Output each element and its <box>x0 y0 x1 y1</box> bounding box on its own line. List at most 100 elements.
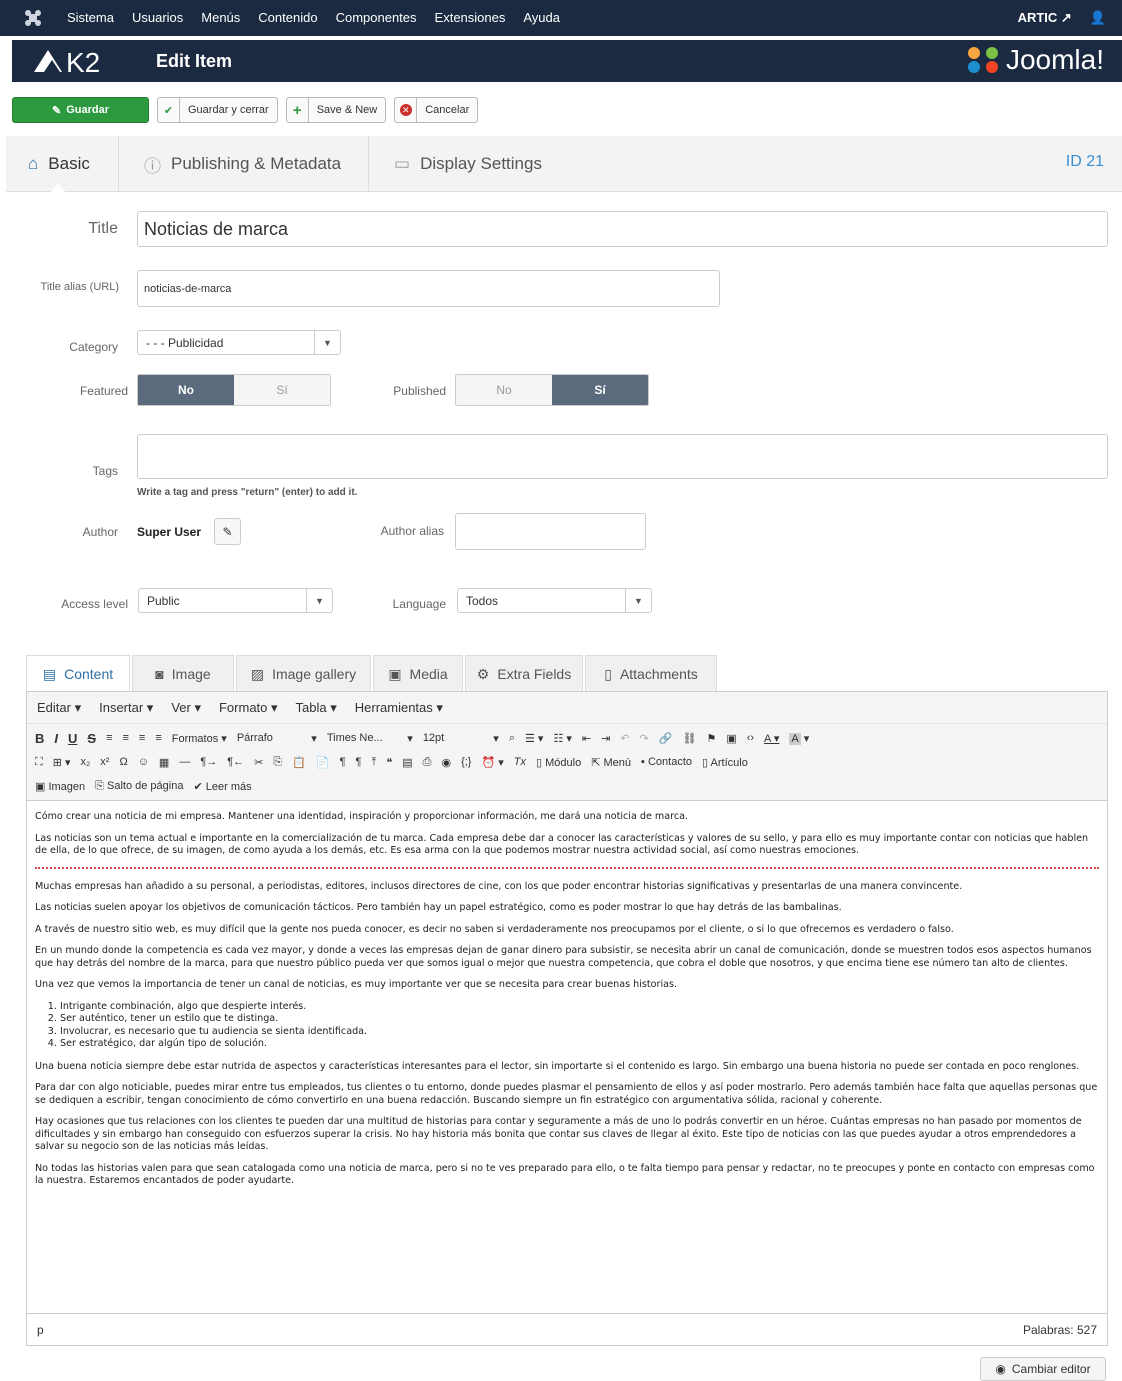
menu-ver[interactable]: Ver ▾ <box>171 700 201 716</box>
alias-input[interactable]: noticias-de-marca <box>137 270 720 307</box>
code-sample-icon[interactable]: {;} <box>461 756 471 768</box>
align-left-icon[interactable]: ≡ <box>106 732 112 744</box>
salto-button[interactable]: ⎘ Salto de página <box>95 780 183 793</box>
tab-content[interactable]: ▤ Content <box>26 655 130 692</box>
menu-contenido[interactable]: Contenido <box>249 0 326 36</box>
show-blocks-icon[interactable]: ¶ <box>340 756 346 768</box>
cancel-button[interactable]: ✕ Cancelar <box>394 97 479 123</box>
category-select[interactable]: - - - Publicidad ▼ <box>137 330 341 355</box>
print-icon[interactable]: ⎙ <box>423 756 432 769</box>
access-select[interactable]: Public ▼ <box>138 588 333 613</box>
joomla-menu-icon[interactable] <box>22 7 44 29</box>
user-icon[interactable]: 👤 <box>1090 10 1106 26</box>
author-alias-input[interactable] <box>455 513 646 550</box>
articulo-button[interactable]: ▯ Artículo <box>702 756 748 769</box>
save-new-button[interactable]: + Save & New <box>285 97 387 123</box>
indent-icon[interactable]: ⇥ <box>601 732 610 745</box>
menu-herramientas[interactable]: Herramientas ▾ <box>355 700 443 716</box>
menu-sistema[interactable]: Sistema <box>58 0 123 36</box>
clear-formatting-icon[interactable]: Tx <box>514 756 526 768</box>
switch-editor-button[interactable]: ◉ Cambiar editor <box>980 1357 1106 1381</box>
featured-no-option[interactable]: No <box>138 375 234 405</box>
image-icon[interactable]: ▣ <box>726 732 736 745</box>
numbered-list-icon[interactable]: ☷ ▾ <box>553 732 571 745</box>
underline-icon[interactable]: U <box>68 731 77 746</box>
preview-icon[interactable]: ◉ <box>441 756 451 769</box>
imagen-button[interactable]: ▣ Imagen <box>35 780 85 793</box>
tab-image-gallery[interactable]: ▨ Image gallery <box>236 655 371 692</box>
strikethrough-icon[interactable]: S <box>87 731 96 746</box>
template-icon[interactable]: ▤ <box>402 756 412 769</box>
menu-extensiones[interactable]: Extensiones <box>426 0 515 36</box>
align-justify-icon[interactable]: ≡ <box>155 732 161 744</box>
block-format-select[interactable]: Párrafo ▾ <box>237 732 317 745</box>
formats-dropdown[interactable]: Formatos ▾ <box>172 732 227 745</box>
subscript-icon[interactable]: x₂ <box>81 756 91 768</box>
background-color-icon[interactable]: A ▾ <box>789 732 809 745</box>
site-link[interactable]: ARTIC ↗ <box>1018 10 1072 26</box>
align-right-icon[interactable]: ≡ <box>139 732 145 744</box>
insert-datetime-icon[interactable]: ⏰ ▾ <box>481 756 503 769</box>
menu-formato[interactable]: Formato ▾ <box>219 700 278 716</box>
cut-icon[interactable]: ✂ <box>254 756 263 769</box>
featured-yes-option[interactable]: Sí <box>234 375 330 405</box>
code-icon[interactable]: ‹› <box>747 732 754 744</box>
table-icon[interactable]: ⊞ ▾ <box>53 756 71 769</box>
rtl-icon[interactable]: ¶← <box>227 756 244 768</box>
redo-icon[interactable]: ↷ <box>640 732 649 745</box>
align-center-icon[interactable]: ≡ <box>123 732 129 744</box>
blockquote-icon[interactable]: ❝ <box>386 756 392 769</box>
edit-author-button[interactable]: ✎ <box>214 518 241 545</box>
menu-insertar[interactable]: Insertar ▾ <box>99 700 153 716</box>
title-input[interactable]: Noticias de marca <box>137 211 1108 247</box>
link-icon[interactable]: 🔗 <box>659 732 673 745</box>
tags-input[interactable] <box>137 434 1108 479</box>
horizontal-rule-icon[interactable]: — <box>179 756 190 768</box>
paste-icon[interactable]: 📋 <box>292 756 306 769</box>
menu-componentes[interactable]: Componentes <box>327 0 426 36</box>
editor-content[interactable]: Cómo crear una noticia de mi empresa. Ma… <box>27 801 1107 1309</box>
undo-icon[interactable]: ↶ <box>620 732 629 745</box>
tab-image[interactable]: ◙ Image <box>132 655 234 692</box>
menu-button[interactable]: ⇱ Menú <box>591 756 631 769</box>
tab-media[interactable]: ▣ Media <box>373 655 463 692</box>
menu-usuarios[interactable]: Usuarios <box>123 0 192 36</box>
tab-extra-fields[interactable]: ⚙ Extra Fields <box>465 655 583 692</box>
copy-icon[interactable]: ⎘ <box>273 756 282 769</box>
bold-icon[interactable]: B <box>35 731 44 746</box>
paste-text-icon[interactable]: 📄 <box>316 756 330 769</box>
upload-icon[interactable]: ⤒ <box>371 756 376 769</box>
bookmark-icon[interactable]: ⚑ <box>706 732 716 745</box>
published-yes-option[interactable]: Sí <box>552 375 648 405</box>
fullscreen-icon[interactable]: ⛶ <box>35 756 43 769</box>
font-family-select[interactable]: Times Ne... ▾ <box>327 732 413 745</box>
italic-icon[interactable]: I <box>54 731 58 746</box>
special-char-icon[interactable]: Ω <box>119 756 127 768</box>
text-color-icon[interactable]: A ▾ <box>764 732 779 745</box>
visual-chars-icon[interactable]: ¶ <box>356 756 362 768</box>
menu-tabla[interactable]: Tabla ▾ <box>296 700 337 716</box>
language-select[interactable]: Todos ▼ <box>457 588 652 613</box>
leer-mas-button[interactable]: ✔ Leer más <box>193 780 251 793</box>
ltr-icon[interactable]: ¶→ <box>200 756 217 768</box>
tab-publishing[interactable]: ⓘ Publishing & Metadata <box>144 136 341 192</box>
font-size-select[interactable]: 12pt ▾ <box>423 732 499 745</box>
superscript-icon[interactable]: x² <box>100 756 109 768</box>
menu-editar[interactable]: Editar ▾ <box>37 700 81 716</box>
bullet-list-icon[interactable]: ☰ ▾ <box>525 732 543 745</box>
emoticon-icon[interactable]: ☺ <box>138 756 149 768</box>
element-path[interactable]: p <box>37 1323 44 1337</box>
save-button[interactable]: ✎ Guardar <box>12 97 149 123</box>
menu-ayuda[interactable]: Ayuda <box>514 0 569 36</box>
published-no-option[interactable]: No <box>456 375 552 405</box>
find-replace-icon[interactable]: ⌕ <box>509 732 515 745</box>
save-close-button[interactable]: ✔ Guardar y cerrar <box>157 97 278 123</box>
tab-display[interactable]: ▭ Display Settings <box>394 136 542 192</box>
tab-attachments[interactable]: ▯ Attachments <box>585 655 717 692</box>
menu-menus[interactable]: Menús <box>192 0 249 36</box>
contacto-button[interactable]: ▪ Contacto <box>641 756 692 768</box>
modulo-button[interactable]: ▯ Módulo <box>536 756 581 769</box>
outdent-icon[interactable]: ⇤ <box>582 732 591 745</box>
media-embed-icon[interactable]: ▦ <box>159 756 169 769</box>
unlink-icon[interactable]: ⛓ <box>682 732 696 745</box>
